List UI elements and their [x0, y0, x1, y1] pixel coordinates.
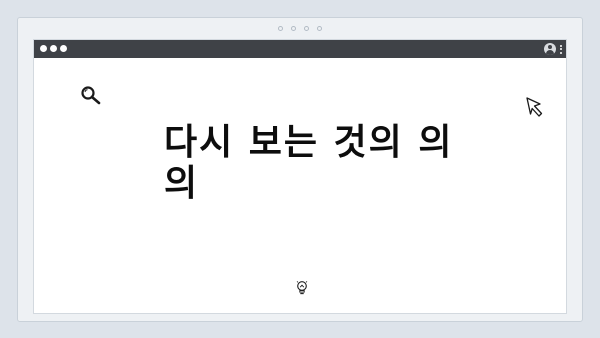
- pager-dot[interactable]: [278, 26, 283, 31]
- pager-dot[interactable]: [291, 26, 296, 31]
- window-control-dot[interactable]: [40, 45, 47, 52]
- cursor-icon: [526, 97, 543, 117]
- search-icon: [81, 86, 101, 105]
- pager-dot[interactable]: [304, 26, 309, 31]
- window-control-dot[interactable]: [60, 45, 67, 52]
- pager-dots: [18, 26, 582, 31]
- window-control-dot[interactable]: [50, 45, 57, 52]
- page-heading: 다시 보는 것의 의의: [164, 122, 454, 204]
- lightbulb-icon: [296, 281, 308, 295]
- window-titlebar: [34, 40, 566, 58]
- browser-window: 다시 보는 것의 의의: [34, 40, 566, 313]
- window-controls: [40, 45, 67, 52]
- user-icon[interactable]: [544, 43, 556, 55]
- pager-dot[interactable]: [317, 26, 322, 31]
- kebab-menu-icon[interactable]: [560, 44, 562, 54]
- titlebar-actions: [544, 42, 562, 55]
